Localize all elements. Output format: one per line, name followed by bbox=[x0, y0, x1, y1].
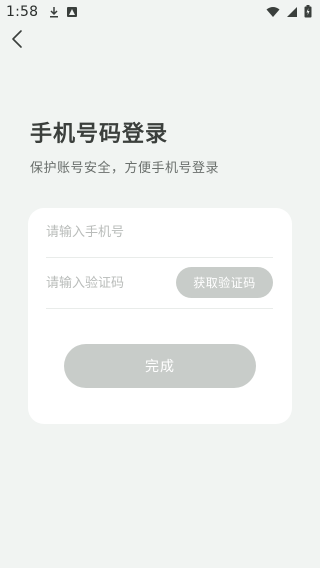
chevron-left-icon bbox=[11, 29, 23, 53]
verification-code-input[interactable] bbox=[46, 258, 186, 308]
back-button[interactable] bbox=[6, 30, 28, 52]
page-title: 手机号码登录 bbox=[30, 122, 169, 147]
phone-row bbox=[46, 208, 273, 258]
get-code-button[interactable]: 获取验证码 bbox=[176, 267, 273, 298]
status-right bbox=[266, 3, 312, 22]
wifi-icon bbox=[266, 3, 280, 22]
status-time: 1:58 bbox=[6, 4, 39, 20]
status-notification-icons bbox=[48, 3, 78, 22]
download-icon bbox=[48, 3, 60, 22]
battery-icon bbox=[304, 3, 312, 22]
signal-icon bbox=[286, 3, 298, 22]
code-row: 获取验证码 bbox=[46, 258, 273, 309]
login-card: 获取验证码 完成 bbox=[28, 208, 292, 424]
page-subtitle: 保护账号安全，方便手机号登录 bbox=[30, 161, 220, 176]
warning-icon bbox=[66, 3, 78, 22]
status-bar: 1:58 bbox=[0, 0, 320, 24]
submit-button[interactable]: 完成 bbox=[64, 344, 256, 388]
phone-input[interactable] bbox=[46, 208, 186, 257]
status-left: 1:58 bbox=[6, 3, 78, 22]
